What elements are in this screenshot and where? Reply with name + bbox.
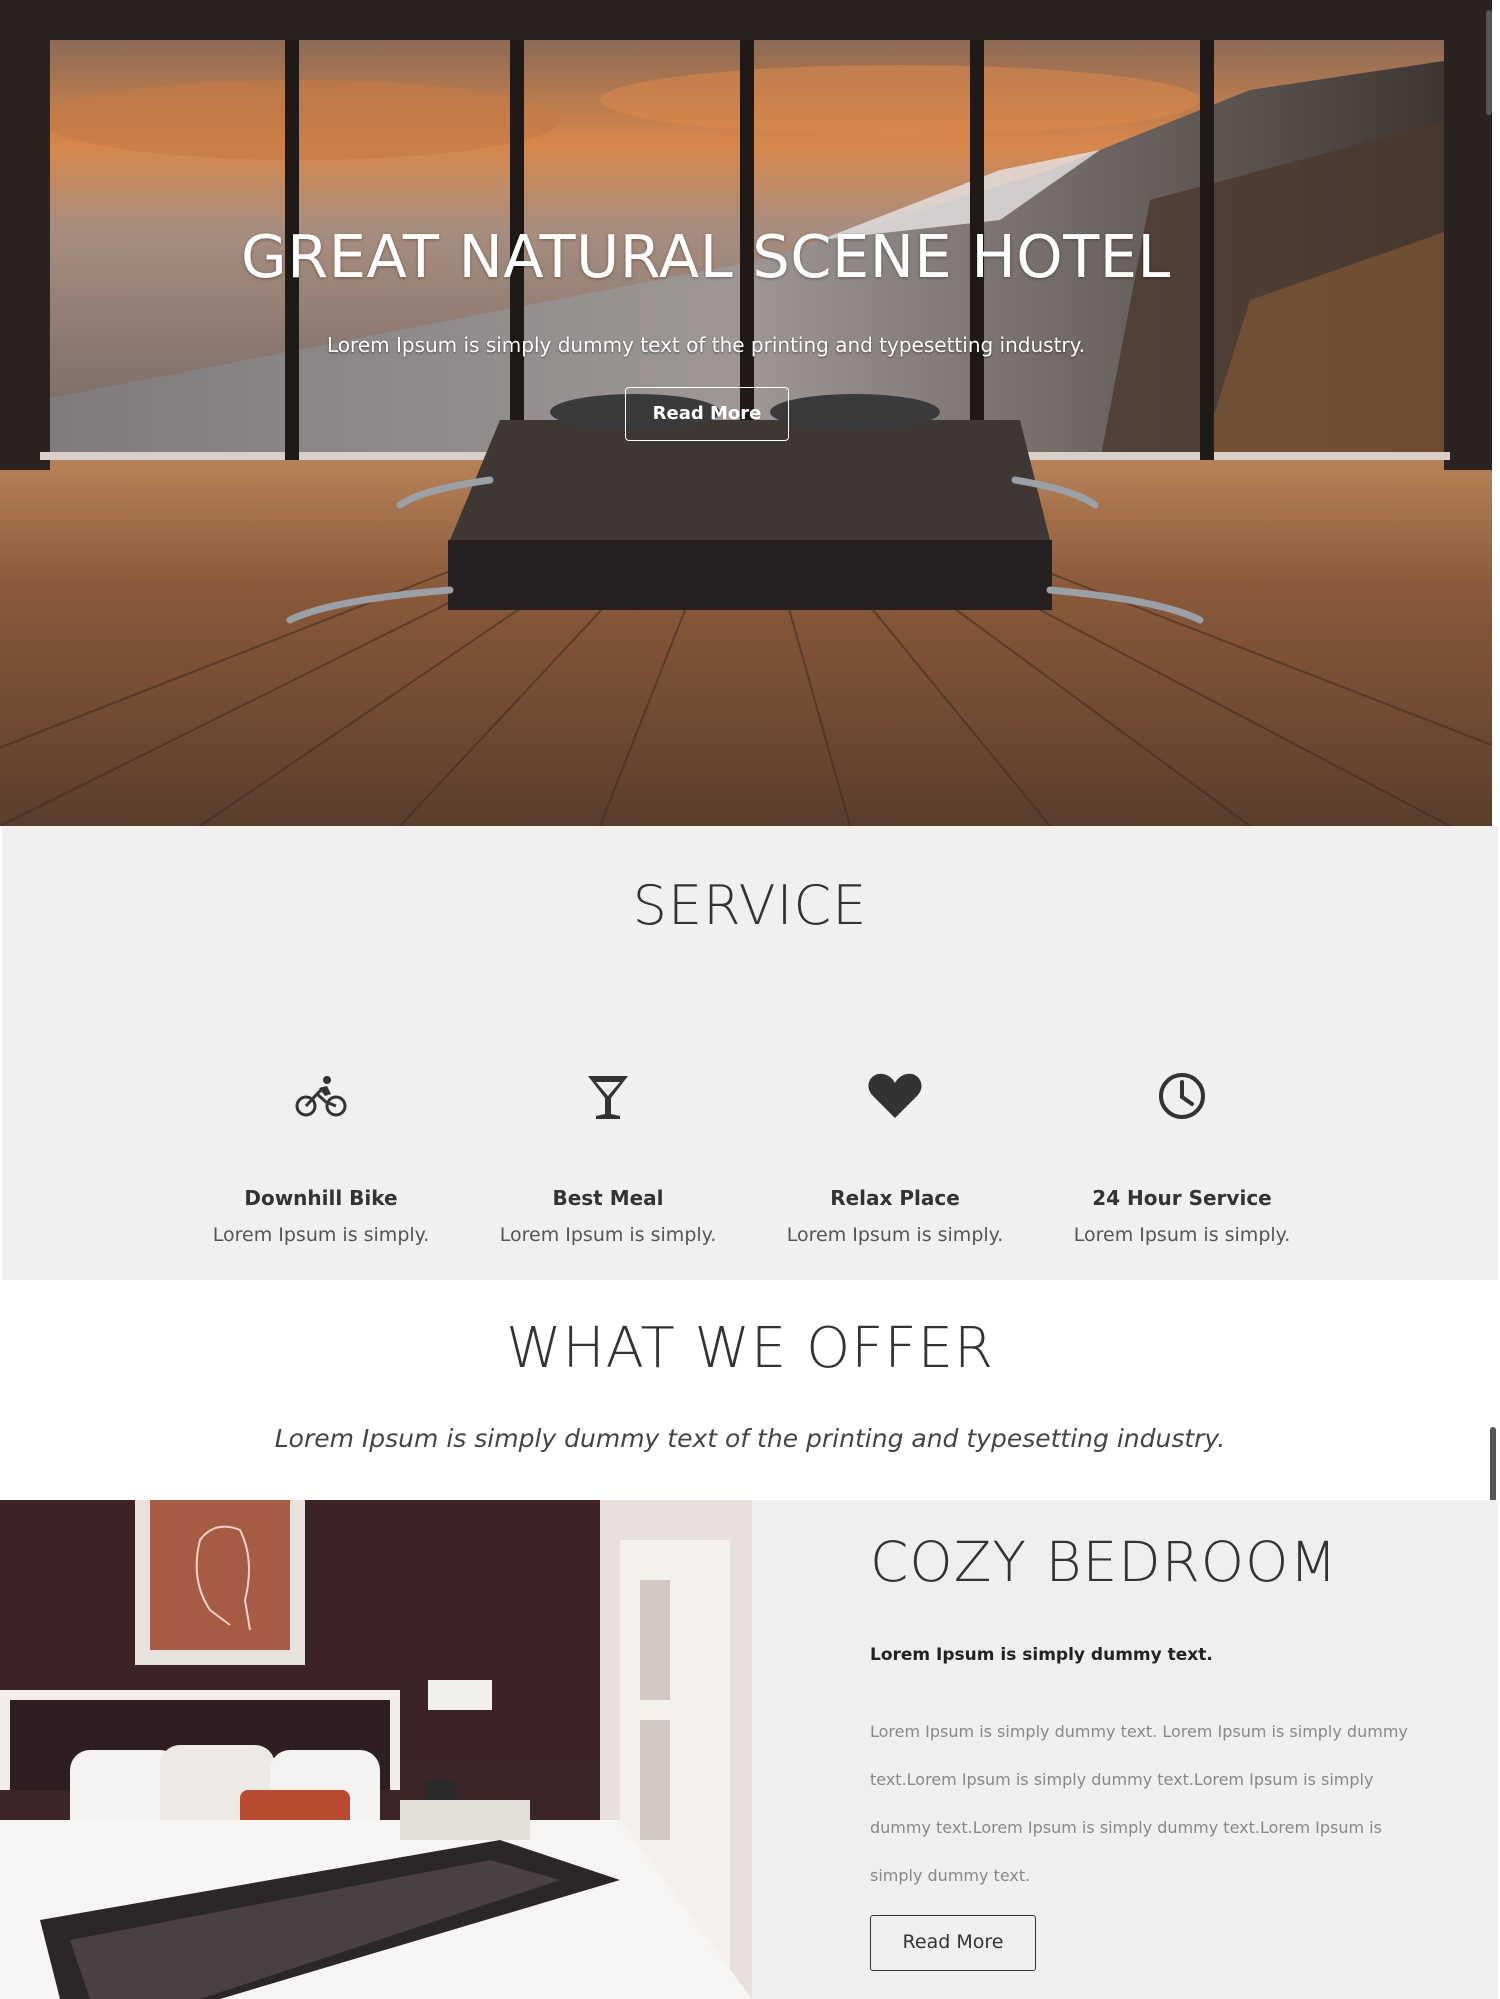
feature-read-more-button[interactable]: Read More [870, 1915, 1036, 1971]
bedroom-image [0, 1500, 752, 1999]
service-name: 24 Hour Service [1092, 1186, 1272, 1210]
service-desc: Lorem Ipsum is simply. [212, 1224, 430, 1246]
heart-icon [868, 1073, 922, 1118]
bedroom-feature-panel: COZY BEDROOM Lorem Ipsum is simply dummy… [752, 1500, 1498, 1999]
service-item-relax-place: Relax Place Lorem Ipsum is simply. [775, 1066, 1015, 1246]
offer-subtitle: Lorem Ipsum is simply dummy text of the … [274, 1424, 1226, 1453]
service-desc: Lorem Ipsum is simply. [1073, 1224, 1291, 1246]
feature-title: COZY BEDROOM [870, 1530, 1338, 1594]
service-desc: Lorem Ipsum is simply. [786, 1224, 1004, 1246]
service-item-downhill-bike: Downhill Bike Lorem Ipsum is simply. [201, 1066, 441, 1246]
offer-title: WHAT WE OFFER [506, 1316, 994, 1381]
service-item-24-hour: 24 Hour Service Lorem Ipsum is simply. [1062, 1066, 1302, 1246]
feature-lead: Lorem Ipsum is simply dummy text. [870, 1645, 1213, 1665]
service-desc: Lorem Ipsum is simply. [499, 1224, 717, 1246]
hero-read-more-button[interactable]: Read More [625, 387, 789, 441]
hero-section: GREAT NATURAL SCENE HOTEL Lorem Ipsum is… [0, 0, 1492, 826]
feature-text: Lorem Ipsum is simply dummy text. Lorem … [870, 1722, 1408, 1885]
hero-scrollbar-thumb[interactable] [1486, 10, 1492, 115]
service-name: Relax Place [830, 1186, 960, 1210]
service-item-best-meal: Best Meal Lorem Ipsum is simply. [488, 1066, 728, 1246]
hero-title: GREAT NATURAL SCENE HOTEL [241, 222, 1171, 291]
service-name: Downhill Bike [244, 1186, 398, 1210]
service-name: Best Meal [552, 1186, 664, 1210]
clock-icon [1159, 1073, 1205, 1119]
service-title: SERVICE [632, 874, 868, 937]
bicycle-icon [295, 1076, 347, 1117]
hero-subtitle: Lorem Ipsum is simply dummy text of the … [327, 333, 1085, 357]
cocktail-icon [588, 1076, 628, 1119]
service-section: SERVICE Downhill Bike Lorem Ipsum is sim… [2, 826, 1498, 1280]
